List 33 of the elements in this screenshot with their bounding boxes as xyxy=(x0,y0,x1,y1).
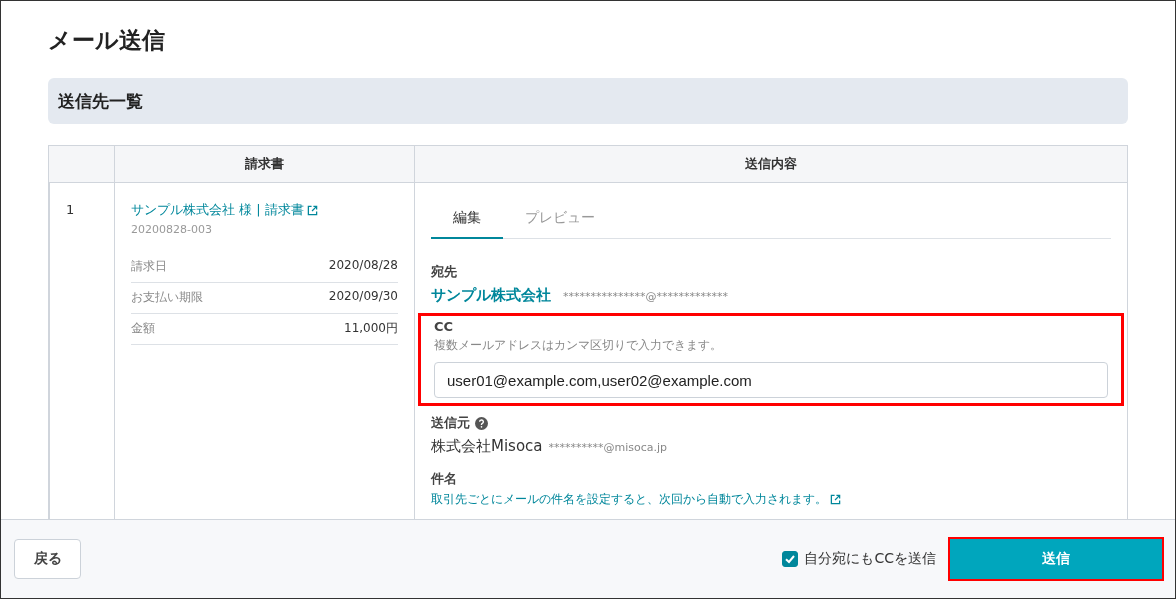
back-button[interactable]: 戻る xyxy=(14,539,81,579)
checkbox-label: 自分宛にもCCを送信 xyxy=(804,550,936,568)
detail-value: 2020/09/30 xyxy=(328,289,398,305)
column-header: 送信内容 xyxy=(414,146,1127,183)
invoice-number: 20200828-003 xyxy=(131,223,213,236)
page-title: メール送信 xyxy=(48,26,166,55)
tab[interactable]: プレビュー xyxy=(503,201,617,239)
send-button[interactable]: 送信 xyxy=(950,539,1162,579)
detail-label: 請求日 xyxy=(131,258,167,275)
detail-value: 2020/08/28 xyxy=(328,258,398,274)
external-link-icon xyxy=(830,494,841,505)
to-label: 宛先 xyxy=(431,263,458,281)
cc-hint: 複数メールアドレスはカンマ区切りで入力できます。 xyxy=(434,337,723,354)
cc-input-field[interactable]: user01@example.com,user02@example.com xyxy=(434,362,1108,398)
subject-label: 件名 xyxy=(431,470,458,488)
help-icon[interactable] xyxy=(475,416,488,430)
recipient-email: ***************@************* xyxy=(563,290,728,303)
recipient-name: サンプル株式会社 xyxy=(431,286,551,305)
detail-value: 11,000円 xyxy=(344,320,398,337)
external-link-icon xyxy=(306,204,318,216)
column-header: 請求書 xyxy=(114,146,414,183)
sender-name: 株式会社Misoca xyxy=(431,437,543,456)
invoice-link[interactable]: サンプル株式会社 様 | 請求書 xyxy=(131,201,318,219)
row-number: 1 xyxy=(66,202,75,217)
tab[interactable]: 編集 xyxy=(431,201,503,239)
detail-label: お支払い期限 xyxy=(131,289,203,306)
section-header: 送信先一覧 xyxy=(48,78,1128,124)
detail-label: 金額 xyxy=(131,320,155,337)
subject-hint-link[interactable]: 取引先ごとにメールの件名を設定すると、次回から自動で入力されます。 xyxy=(431,491,841,508)
checkbox[interactable] xyxy=(782,551,799,567)
sender-email: **********@misoca.jp xyxy=(548,441,668,454)
from-label: 送信元 xyxy=(431,414,470,432)
cc-label: CC xyxy=(434,319,455,334)
